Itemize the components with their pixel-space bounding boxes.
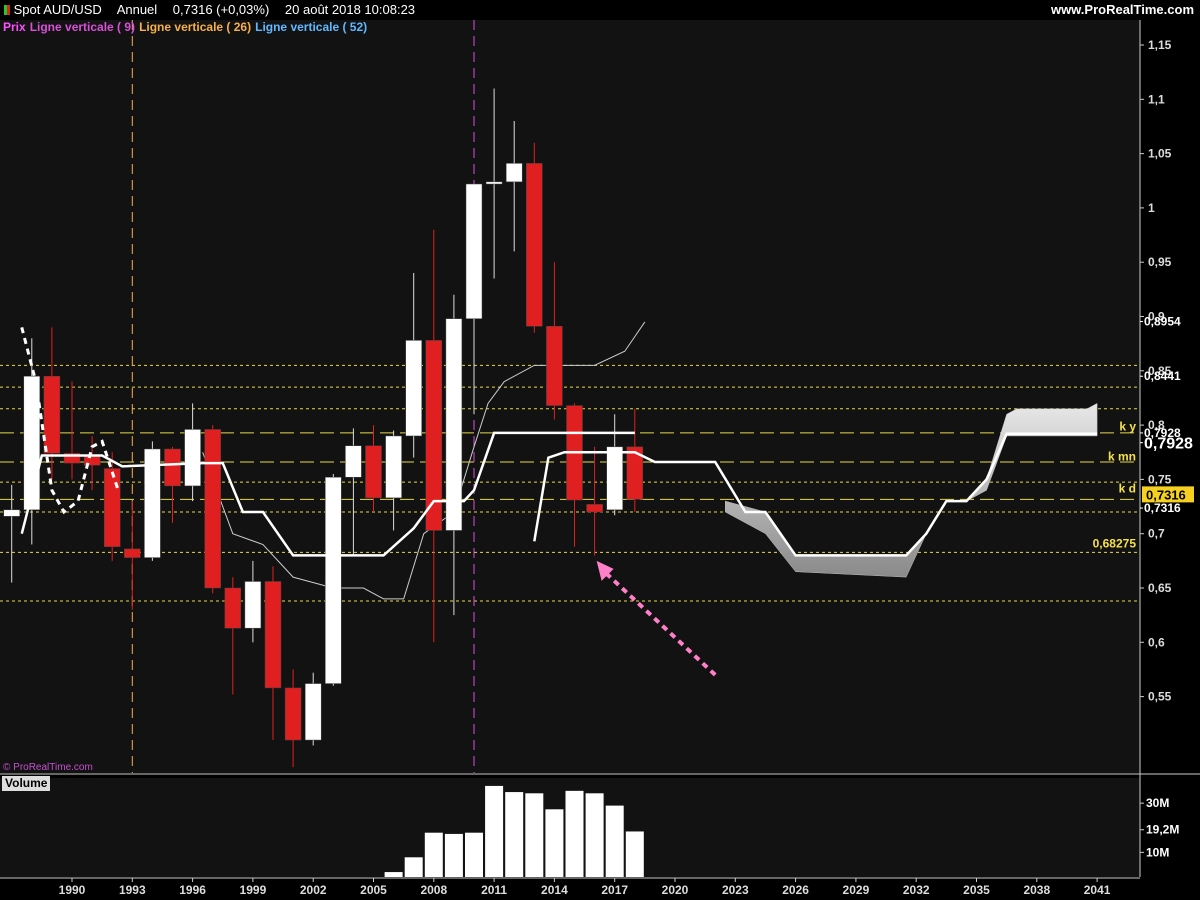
volume-bar: [404, 857, 423, 877]
volume-bar: [525, 793, 544, 877]
time-tick-label: 2005: [360, 883, 387, 897]
candle-body: [325, 476, 342, 684]
volume-bar: [565, 790, 584, 877]
candle-body: [485, 181, 503, 185]
candle-body: [124, 548, 141, 558]
candle-body: [103, 468, 121, 547]
price-tick-label: 0,7: [1148, 527, 1165, 541]
time-tick-label: 2023: [722, 883, 749, 897]
candle-body: [43, 375, 61, 454]
site-url[interactable]: www.ProRealTime.com: [1051, 0, 1194, 19]
volume-tick-label: 19,2M: [1146, 823, 1179, 837]
candle-body: [546, 326, 563, 406]
chart-header: Spot AUD/USD Annuel 0,7316 (+0,03%) 20 a…: [0, 0, 1200, 19]
candle-body: [365, 445, 382, 499]
volume-bar: [465, 832, 483, 877]
price-tick-label: 1: [1148, 201, 1155, 215]
time-tick-label: 2017: [601, 883, 628, 897]
period-label[interactable]: Annuel: [117, 2, 157, 17]
volume-panel-label[interactable]: Volume: [2, 776, 51, 791]
time-tick-label: 2014: [541, 883, 568, 897]
instrument-icon: [4, 5, 10, 15]
candle-body: [244, 581, 262, 629]
price-tick-label: 0,65: [1148, 581, 1172, 595]
candle-body: [526, 163, 543, 327]
time-tick-label: 2008: [420, 883, 447, 897]
legend-item-vl52[interactable]: Ligne verticale ( 52): [255, 20, 367, 34]
axis-tag-0-7928-large: 0,7928: [1144, 436, 1193, 453]
legend-item-vl26[interactable]: Ligne verticale ( 26): [139, 20, 251, 34]
indicator-legend: Prix Ligne verticale ( 9) Ligne verticale …: [3, 19, 371, 35]
price-tick-label: 1,1: [1148, 92, 1165, 106]
time-tick-label: 2038: [1023, 883, 1050, 897]
price-tick-label: 0,95: [1148, 255, 1172, 269]
candle-body: [3, 509, 20, 517]
price-chart[interactable]: 1,151,11,0510,950,90,850,80,750,70,650,6…: [0, 0, 1200, 900]
legend-item-prix[interactable]: Prix: [3, 20, 26, 34]
volume-bar: [444, 833, 463, 877]
volume-bar: [424, 832, 443, 877]
price-tick-label: 0,55: [1148, 690, 1172, 704]
axis-tag-0-8441: 0,8441: [1144, 369, 1181, 383]
watermark: © ProRealTime.com: [3, 762, 93, 773]
volume-bar: [545, 809, 564, 877]
price-tick-label: 1,05: [1148, 147, 1172, 161]
candle-body: [445, 318, 463, 531]
price-tick-label: 0,6: [1148, 635, 1165, 649]
candle-body: [224, 587, 242, 629]
level-label-ky: k y: [1119, 419, 1136, 433]
time-tick-label: 2026: [782, 883, 809, 897]
level-label-kd: k d: [1119, 482, 1136, 496]
volume-bar: [505, 792, 524, 877]
candle-body: [385, 435, 402, 499]
axis-tag-0-8954: 0,8954: [1144, 314, 1181, 328]
candle-body: [505, 163, 523, 183]
legend-item-vl9[interactable]: Ligne verticale ( 9): [30, 20, 135, 34]
candle-body: [405, 340, 422, 437]
time-tick-label: 1999: [240, 883, 267, 897]
volume-bar: [485, 785, 504, 877]
candle-body: [304, 683, 322, 741]
candle-body: [465, 183, 483, 319]
time-tick-label: 2029: [843, 883, 870, 897]
candle-body: [204, 429, 221, 589]
volume-bar: [585, 793, 604, 877]
volume-tick-label: 30M: [1146, 796, 1169, 810]
time-tick-label: 2035: [963, 883, 990, 897]
time-tick-label: 1993: [119, 883, 146, 897]
candle-body: [284, 687, 302, 741]
time-tick-label: 1990: [59, 883, 86, 897]
volume-bar: [605, 805, 624, 877]
candle-body: [606, 446, 623, 511]
volume-bar: [625, 831, 644, 877]
candle-body: [345, 445, 362, 478]
level-label-68275: 0,68275: [1093, 537, 1137, 551]
time-tick-label: 2041: [1084, 883, 1111, 897]
time-tick-label: 1996: [179, 883, 206, 897]
time-tick-label: 2032: [903, 883, 930, 897]
candle-body: [184, 429, 201, 487]
volume-bar: [384, 872, 403, 877]
candle-body: [586, 504, 603, 513]
price-panel-bg: [0, 20, 1140, 773]
axis-tag-0-7316: 0,7316: [1144, 501, 1181, 515]
price-tick-label: 0,75: [1148, 472, 1172, 486]
level-label-kmn: k mn: [1108, 450, 1136, 464]
candle-body: [164, 448, 181, 487]
volume-tick-label: 10M: [1146, 845, 1169, 859]
time-tick-label: 2002: [300, 883, 327, 897]
price-tick-label: 1,15: [1148, 38, 1172, 52]
time-tick-label: 2011: [481, 883, 507, 897]
time-tick-label: 2020: [662, 883, 689, 897]
current-price-label: 0,7316: [1146, 487, 1186, 502]
instrument-name: Spot AUD/USD: [13, 2, 102, 17]
header-datetime: 20 août 2018 10:08:23: [284, 2, 416, 17]
candle-body: [264, 581, 282, 689]
price-change: 0,7316 (+0,03%): [172, 2, 270, 17]
